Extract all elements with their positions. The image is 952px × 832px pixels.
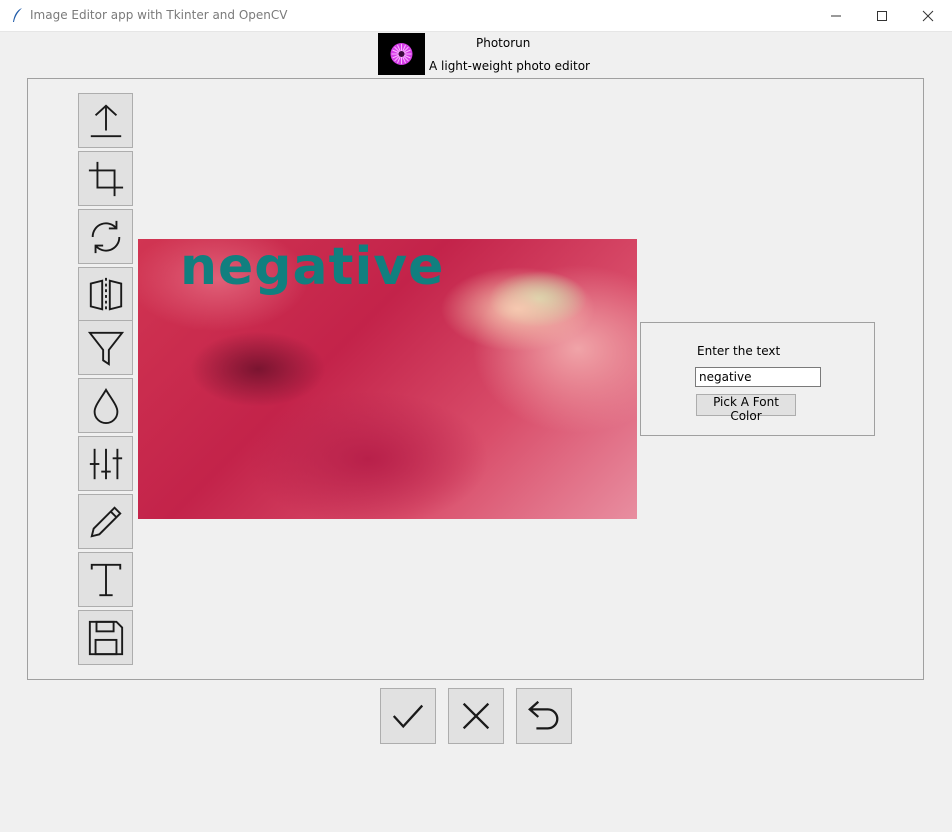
crop-button[interactable] — [78, 151, 133, 206]
flip-icon — [89, 277, 122, 312]
app-name: Photorun — [476, 36, 531, 50]
sliders-icon — [89, 448, 122, 479]
flower-logo-icon — [390, 43, 413, 65]
undo-button[interactable] — [516, 688, 572, 744]
check-icon — [392, 704, 424, 729]
window-titlebar: Image Editor app with Tkinter and OpenCV — [0, 0, 952, 32]
draw-button[interactable] — [78, 494, 133, 549]
minimize-button[interactable] — [813, 0, 859, 31]
crop-icon — [88, 161, 123, 196]
window-title: Image Editor app with Tkinter and OpenCV — [30, 8, 288, 22]
adjust-button[interactable] — [78, 436, 133, 491]
apply-button[interactable] — [380, 688, 436, 744]
maximize-button[interactable] — [859, 0, 905, 31]
minimize-icon — [831, 15, 841, 17]
close-button[interactable] — [905, 0, 951, 31]
text-entry-input[interactable] — [695, 367, 821, 387]
filter-icon — [87, 331, 124, 366]
cancel-button[interactable] — [448, 688, 504, 744]
filter-button[interactable] — [78, 320, 133, 375]
image-canvas[interactable]: negative — [138, 239, 637, 519]
app-subtitle: A light-weight photo editor — [429, 59, 590, 73]
save-button[interactable] — [78, 610, 133, 665]
close-icon — [922, 10, 934, 22]
text-icon — [90, 563, 121, 596]
drop-icon — [93, 387, 118, 424]
blur-button[interactable] — [78, 378, 133, 433]
save-icon — [88, 620, 123, 655]
x-icon — [462, 702, 490, 730]
canvas-overlay-text: negative — [180, 239, 445, 297]
app-logo — [378, 33, 425, 75]
flip-button[interactable] — [78, 267, 133, 322]
pencil-icon — [89, 505, 122, 538]
rotate-icon — [91, 220, 120, 253]
text-button[interactable] — [78, 552, 133, 607]
feather-icon — [13, 8, 22, 22]
text-entry-label: Enter the text — [697, 344, 781, 358]
undo-icon — [528, 700, 559, 730]
pick-font-color-button[interactable]: Pick A Font Color — [696, 394, 796, 423]
upload-button[interactable] — [78, 93, 133, 148]
maximize-icon — [877, 11, 887, 21]
upload-icon — [90, 104, 121, 137]
rotate-button[interactable] — [78, 209, 133, 264]
